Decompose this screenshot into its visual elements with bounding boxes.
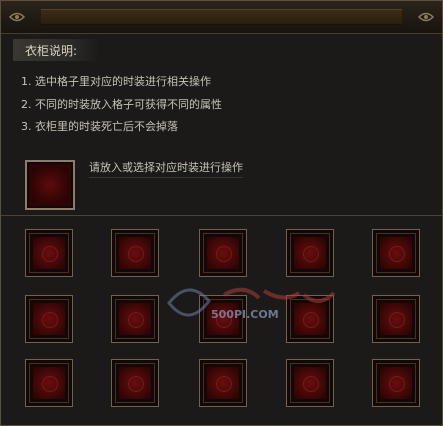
corner-ornament-icon (416, 7, 436, 27)
prompt-text: 请放入或选择对应时装进行操作 (89, 159, 243, 178)
selected-slot[interactable] (25, 160, 75, 210)
wardrobe-slot[interactable] (25, 229, 73, 277)
wardrobe-slot[interactable] (25, 295, 73, 343)
divider (1, 215, 442, 216)
wardrobe-slot[interactable] (372, 229, 420, 277)
corner-ornament-icon (7, 7, 27, 27)
wardrobe-slot[interactable] (286, 359, 334, 407)
title-strip (41, 9, 402, 25)
watermark-text: 500PI.COM (211, 308, 279, 321)
wardrobe-slot[interactable] (372, 359, 420, 407)
section-title: 衣柜说明: (25, 44, 78, 58)
instruction-item: 2. 不同的时装放入格子可获得不同的属性 (21, 98, 222, 111)
instruction-item: 3. 衣柜里的时装死亡后不会掉落 (21, 120, 178, 133)
wardrobe-slot[interactable] (111, 359, 159, 407)
instruction-item: 1. 选中格子里对应的时装进行相关操作 (21, 75, 211, 88)
title-bar (1, 1, 442, 34)
wardrobe-panel: 衣柜说明: 1. 选中格子里对应的时装进行相关操作 2. 不同的时装放入格子可获… (0, 0, 443, 426)
wardrobe-slot[interactable] (286, 229, 334, 277)
section-header: 衣柜说明: (13, 39, 99, 61)
watermark-logo-icon (167, 287, 336, 317)
wardrobe-slot[interactable] (111, 229, 159, 277)
wardrobe-slot[interactable] (199, 229, 247, 277)
wardrobe-slot[interactable] (372, 295, 420, 343)
wardrobe-slot[interactable] (25, 359, 73, 407)
description-section: 衣柜说明: 1. 选中格子里对应的时装进行相关操作 2. 不同的时装放入格子可获… (9, 39, 434, 214)
wardrobe-slot[interactable] (199, 359, 247, 407)
